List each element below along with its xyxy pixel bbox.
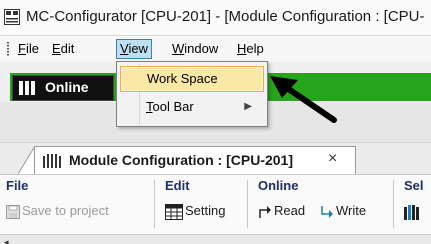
ribbon-separator: [154, 180, 155, 228]
write-label: Write: [336, 203, 367, 218]
online-button[interactable]: Online: [12, 75, 114, 101]
menu-item-tool-bar[interactable]: Tool Bar ▶: [120, 95, 262, 119]
save-to-project-label: Save to project: [22, 203, 109, 218]
tab-label: Module Configuration : [CPU-201]: [69, 152, 293, 168]
work-space-label: Work Space: [147, 71, 218, 86]
app-icon: [4, 9, 20, 25]
menu-item-work-space[interactable]: Work Space: [120, 66, 264, 92]
write-arrow-icon: [321, 205, 333, 218]
module-icon: [404, 204, 419, 220]
menu-window[interactable]: Window: [172, 40, 218, 58]
ribbon-group-edit-title: Edit: [165, 178, 190, 193]
write-button[interactable]: Write: [320, 201, 366, 221]
menu-edit[interactable]: Edit: [52, 40, 74, 58]
menu-bar: File Edit View Window Help: [0, 36, 431, 62]
annotation-arrow-icon: [270, 76, 337, 123]
tab-module-configuration[interactable]: Module Configuration : [CPU-201] ×: [34, 146, 356, 175]
setting-label: Setting: [185, 203, 226, 218]
module-config-icon: [43, 154, 61, 168]
save-icon: [6, 204, 20, 219]
menu-help[interactable]: Help: [237, 40, 264, 58]
module-button[interactable]: [404, 201, 426, 221]
ribbon-group-sel-title: Sel: [404, 178, 424, 193]
tool-bar-label: Tool Bar: [146, 99, 194, 114]
title-bar: MC-Configurator [CPU-201] - [Module Conf…: [0, 0, 431, 36]
menu-file[interactable]: File: [18, 40, 39, 58]
read-arrow-icon: [259, 205, 271, 218]
bottom-scroll-strip: ◂: [0, 234, 431, 244]
menubar-grip: [7, 42, 9, 56]
grid-icon: [165, 203, 183, 220]
scroll-left-icon[interactable]: ◂: [4, 237, 9, 244]
window-title: MC-Configurator [CPU-201] - [Module Conf…: [26, 8, 425, 25]
ribbon-separator: [393, 180, 394, 228]
view-dropdown-menu: Work Space Tool Bar ▶: [116, 61, 268, 127]
online-label: Online: [45, 79, 89, 95]
menu-view[interactable]: View: [116, 39, 152, 59]
ribbon-group-online-title: Online: [258, 178, 299, 193]
setting-button[interactable]: Setting: [165, 201, 225, 221]
ribbon-group-file-title: File: [6, 178, 29, 193]
online-bars-icon: [19, 81, 35, 95]
save-to-project-button[interactable]: Save to project: [6, 201, 109, 221]
ribbon-separator: [247, 180, 248, 228]
read-label: Read: [274, 203, 306, 218]
read-button[interactable]: Read: [258, 201, 305, 221]
submenu-arrow-icon: ▶: [244, 101, 252, 112]
close-icon[interactable]: ×: [328, 150, 337, 168]
app-window: MC-Configurator [CPU-201] - [Module Conf…: [0, 0, 431, 244]
